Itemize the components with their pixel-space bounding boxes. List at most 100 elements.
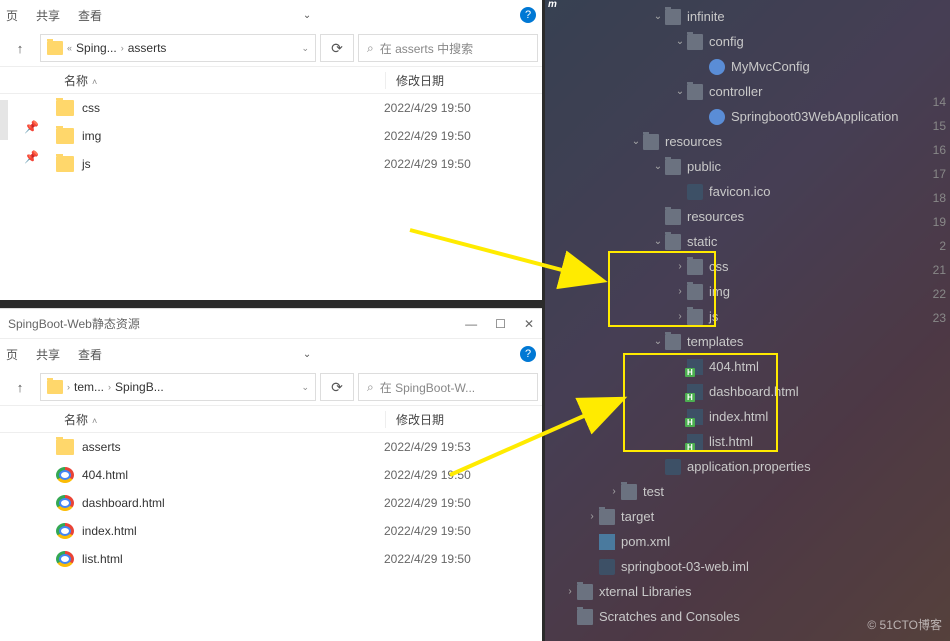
- chevron-down-icon[interactable]: ⌄: [651, 236, 665, 247]
- search-input[interactable]: ⌕ 在 SpingBoot-W...: [358, 373, 538, 401]
- tab-share[interactable]: 共享: [36, 346, 60, 363]
- file-row[interactable]: img2022/4/29 19:50: [56, 122, 542, 150]
- tree-item[interactable]: ⌄resources: [545, 129, 950, 154]
- file-row[interactable]: list.html2022/4/29 19:50: [56, 545, 542, 573]
- chevron-down-icon[interactable]: ⌄: [303, 10, 311, 21]
- tree-item-label: MyMvcConfig: [731, 59, 810, 74]
- tree-item[interactable]: application.properties: [545, 454, 950, 479]
- tree-item[interactable]: list.html: [545, 429, 950, 454]
- folder-icon: [665, 159, 681, 175]
- tree-item[interactable]: dashboard.html: [545, 379, 950, 404]
- tree-item[interactable]: ⌄static: [545, 229, 950, 254]
- refresh-button[interactable]: ⟳: [320, 34, 354, 62]
- tree-item[interactable]: Springboot03WebApplication: [545, 104, 950, 129]
- watermark: © 51CTO博客: [867, 616, 942, 633]
- breadcrumb-part[interactable]: asserts: [128, 41, 167, 55]
- tree-item[interactable]: resources: [545, 204, 950, 229]
- tree-item[interactable]: ›test: [545, 479, 950, 504]
- refresh-button[interactable]: ⟳: [320, 373, 354, 401]
- chevron-down-icon[interactable]: ⌄: [651, 161, 665, 172]
- file-row[interactable]: dashboard.html2022/4/29 19:50: [56, 489, 542, 517]
- tree-item[interactable]: ⌄templates: [545, 329, 950, 354]
- tab-share[interactable]: 共享: [36, 7, 60, 24]
- tree-item[interactable]: index.html: [545, 404, 950, 429]
- tree-item[interactable]: ›js: [545, 304, 950, 329]
- column-name[interactable]: 名称˄: [56, 411, 386, 428]
- tree-item-label: 404.html: [709, 359, 759, 374]
- folder-icon: [643, 134, 659, 150]
- tree-item[interactable]: 404.html: [545, 354, 950, 379]
- chevron-down-icon[interactable]: ⌄: [651, 336, 665, 347]
- search-icon: ⌕: [367, 380, 374, 395]
- breadcrumb-part[interactable]: Sping...: [76, 41, 117, 55]
- tab-prev[interactable]: 页: [6, 7, 18, 24]
- maximize-button[interactable]: ☐: [495, 317, 506, 331]
- chevron-right-icon[interactable]: ›: [563, 586, 577, 597]
- tree-item-label: css: [709, 259, 729, 274]
- close-button[interactable]: ✕: [524, 317, 534, 331]
- line-number: 22: [933, 282, 946, 306]
- breadcrumb[interactable]: › tem... › SpingB... ⌄: [40, 373, 316, 401]
- chevron-down-icon[interactable]: ⌄: [673, 36, 687, 47]
- file-name: css: [82, 101, 384, 115]
- tree-item[interactable]: ›img: [545, 279, 950, 304]
- tree-item[interactable]: MyMvcConfig: [545, 54, 950, 79]
- line-number: 15: [933, 114, 946, 138]
- column-date[interactable]: 修改日期: [386, 411, 542, 428]
- chevron-right-icon[interactable]: ›: [585, 511, 599, 522]
- file-row[interactable]: css2022/4/29 19:50: [56, 94, 542, 122]
- tree-item[interactable]: ›xternal Libraries: [545, 579, 950, 604]
- nav-up-button[interactable]: ↑: [4, 34, 36, 62]
- breadcrumb-part[interactable]: tem...: [74, 380, 104, 394]
- editor-line-numbers: 1415161718192212223: [933, 90, 950, 330]
- pin-icon[interactable]: 📌: [24, 150, 42, 164]
- tree-item[interactable]: springboot-03-web.iml: [545, 554, 950, 579]
- tree-item[interactable]: › target: [545, 504, 950, 529]
- file-row[interactable]: 404.html2022/4/29 19:50: [56, 461, 542, 489]
- tree-item[interactable]: favicon.ico: [545, 179, 950, 204]
- folder-icon: [47, 41, 63, 55]
- search-input[interactable]: ⌕ 在 asserts 中搜索: [358, 34, 538, 62]
- chevron-down-icon[interactable]: ⌄: [301, 382, 309, 393]
- minimize-button[interactable]: —: [465, 317, 477, 331]
- chevron-right-icon[interactable]: ›: [673, 261, 687, 272]
- tree-item[interactable]: ⌄ controller: [545, 79, 950, 104]
- tree-item[interactable]: pom.xml: [545, 529, 950, 554]
- tree-item-label: target: [621, 509, 654, 524]
- file-row[interactable]: js2022/4/29 19:50: [56, 150, 542, 178]
- tree-item[interactable]: › css: [545, 254, 950, 279]
- pin-icon[interactable]: 📌: [24, 120, 42, 134]
- tree-item-label: Scratches and Consoles: [599, 609, 740, 624]
- chevron-right-icon[interactable]: ›: [673, 286, 687, 297]
- chevron-down-icon[interactable]: ⌄: [651, 11, 665, 22]
- chevron-down-icon[interactable]: ⌄: [303, 349, 311, 360]
- breadcrumb-part[interactable]: SpingB...: [115, 380, 164, 394]
- column-date[interactable]: 修改日期: [386, 72, 542, 89]
- file-date: 2022/4/29 19:50: [384, 157, 471, 171]
- help-icon[interactable]: ?: [520, 7, 536, 23]
- nav-up-button[interactable]: ↑: [4, 373, 36, 401]
- file-explorer-templates: SpingBoot-Web静态资源 — ☐ ✕ 页 共享 查看 ⌄ ? ↑ › …: [0, 308, 542, 641]
- tree-item-label: controller: [709, 84, 762, 99]
- folder-icon: [687, 309, 703, 325]
- breadcrumb-separator-icon: ›: [121, 43, 124, 53]
- tree-item[interactable]: ⌄config: [545, 29, 950, 54]
- file-date: 2022/4/29 19:50: [384, 129, 471, 143]
- tree-item[interactable]: ⌄infinite: [545, 4, 950, 29]
- column-name[interactable]: 名称˄: [56, 72, 386, 89]
- html-icon: [687, 409, 703, 425]
- chevron-down-icon[interactable]: ⌄: [301, 43, 309, 54]
- file-row[interactable]: asserts2022/4/29 19:53: [56, 433, 542, 461]
- breadcrumb[interactable]: « Sping... › asserts ⌄: [40, 34, 316, 62]
- chevron-down-icon[interactable]: ⌄: [629, 136, 643, 147]
- chevron-down-icon[interactable]: ⌄: [673, 86, 687, 97]
- file-row[interactable]: index.html2022/4/29 19:50: [56, 517, 542, 545]
- tree-item[interactable]: ⌄public: [545, 154, 950, 179]
- chevron-right-icon[interactable]: ›: [673, 311, 687, 322]
- file-icon: [687, 184, 703, 200]
- help-icon[interactable]: ?: [520, 346, 536, 362]
- tab-view[interactable]: 查看: [78, 346, 102, 363]
- tab-prev[interactable]: 页: [6, 346, 18, 363]
- chevron-right-icon[interactable]: ›: [607, 486, 621, 497]
- tab-view[interactable]: 查看: [78, 7, 102, 24]
